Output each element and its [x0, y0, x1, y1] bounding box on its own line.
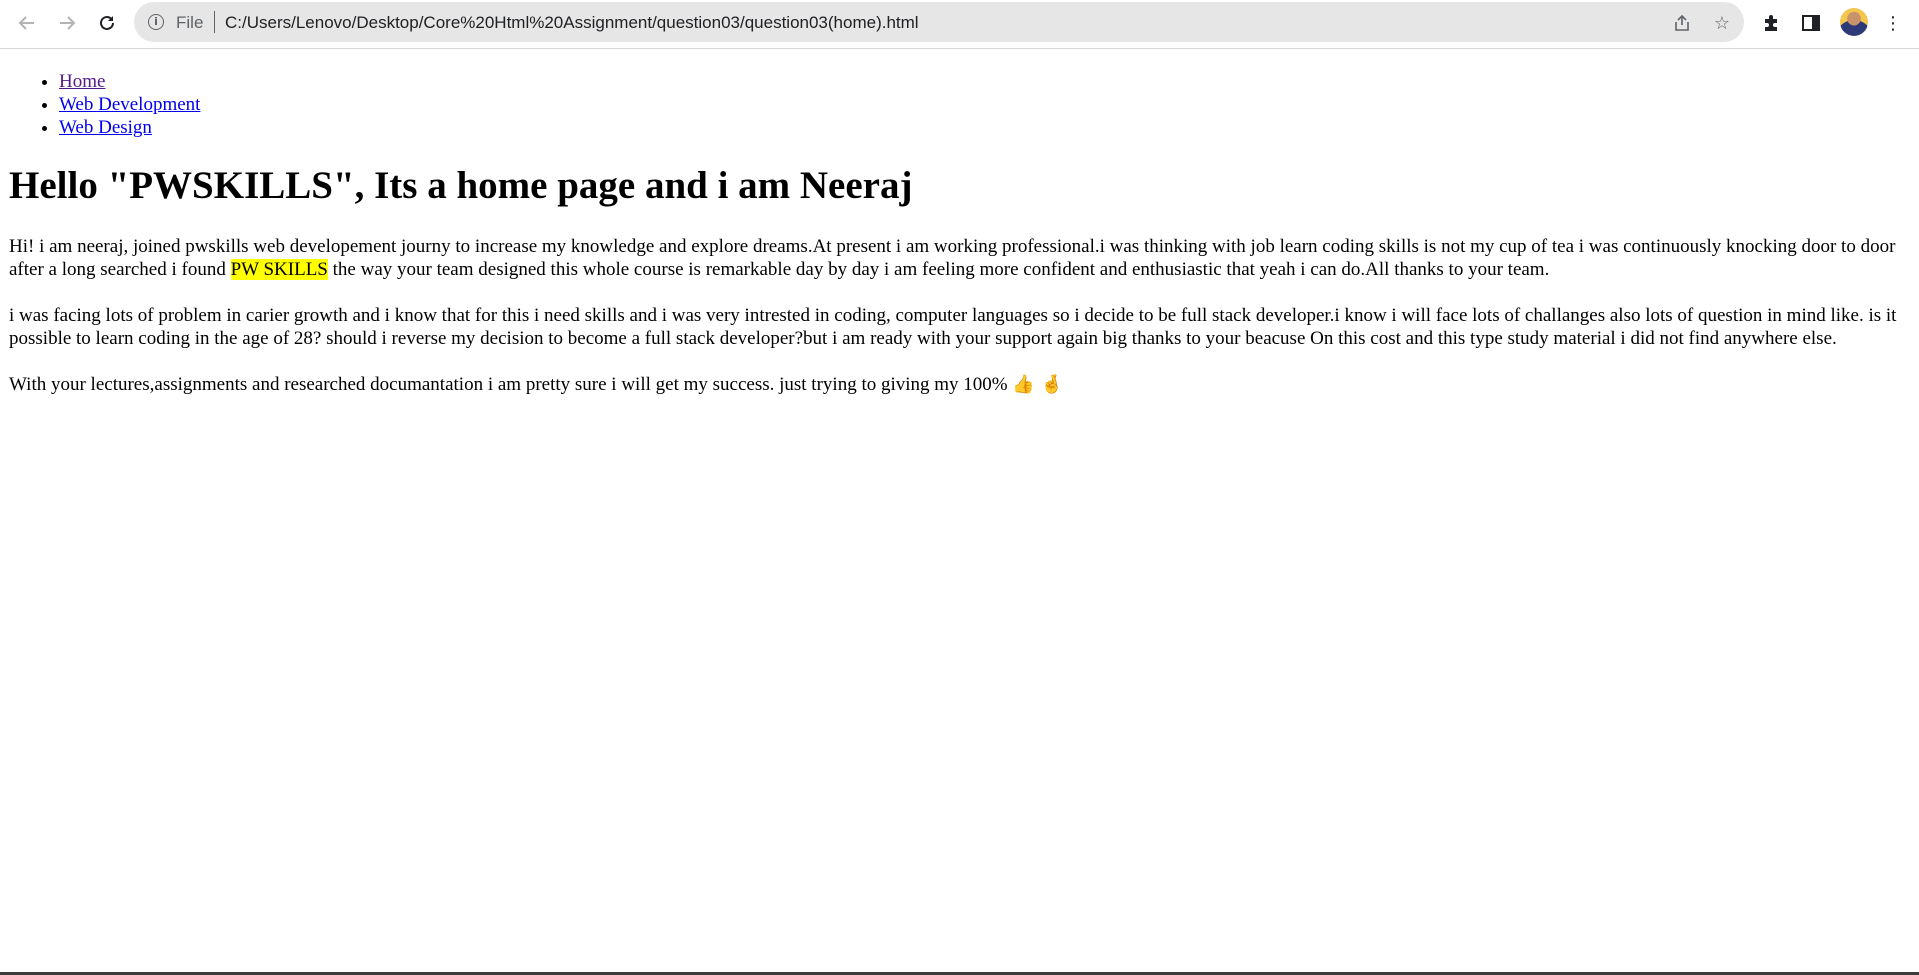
closing-paragraph: With your lectures,assignments and resea…: [9, 373, 1910, 396]
closing-text: With your lectures,assignments and resea…: [9, 374, 1008, 395]
profile-avatar[interactable]: [1840, 8, 1868, 36]
address-bar[interactable]: i File C:/Users/Lenovo/Desktop/Core%20Ht…: [134, 2, 1744, 42]
web-design-link[interactable]: Web Design: [59, 117, 152, 138]
nav-list: Home Web Development Web Design: [0, 70, 1919, 139]
arrow-right-icon: [60, 16, 76, 30]
nav-item-web-development: Web Development: [59, 93, 1919, 116]
pw-skills-highlight: PW SKILLS: [230, 259, 328, 280]
arrow-left-icon: [18, 16, 34, 30]
page-content: Home Web Development Web Design Hello "P…: [0, 49, 1919, 396]
nav-item-home: Home: [59, 70, 1919, 93]
web-development-link[interactable]: Web Development: [59, 94, 200, 115]
intro-paragraph: Hi! i am neeraj, joined pwskills web dev…: [9, 235, 1910, 281]
puzzle-icon[interactable]: [1758, 10, 1784, 36]
url-separator: [214, 11, 215, 33]
journey-paragraph: i was facing lots of problem in carier g…: [9, 305, 1897, 349]
url-scheme-label: File: [176, 13, 204, 32]
back-button[interactable]: [12, 10, 42, 36]
nav-item-web-design: Web Design: [59, 116, 1919, 139]
page-heading: Hello "PWSKILLS", Its a home page and i …: [9, 164, 913, 207]
side-panel-icon[interactable]: [1798, 10, 1824, 36]
reload-button[interactable]: [92, 10, 122, 36]
url-text[interactable]: C:/Users/Lenovo/Desktop/Core%20Html%20As…: [225, 13, 919, 33]
info-icon[interactable]: i: [148, 14, 164, 30]
home-link[interactable]: Home: [59, 71, 105, 92]
thumbs-up-crossed-fingers-emoji: 👍 🤞: [1012, 374, 1063, 395]
star-icon[interactable]: ☆: [1710, 11, 1734, 35]
kebab-menu-icon[interactable]: ⋮: [1880, 10, 1906, 36]
browser-toolbar: i File C:/Users/Lenovo/Desktop/Core%20Ht…: [0, 0, 1919, 49]
share-icon[interactable]: [1670, 11, 1694, 35]
forward-button[interactable]: [52, 10, 82, 36]
reload-icon: [100, 15, 114, 30]
intro-text-after: the way your team designed this whole co…: [327, 259, 1550, 280]
